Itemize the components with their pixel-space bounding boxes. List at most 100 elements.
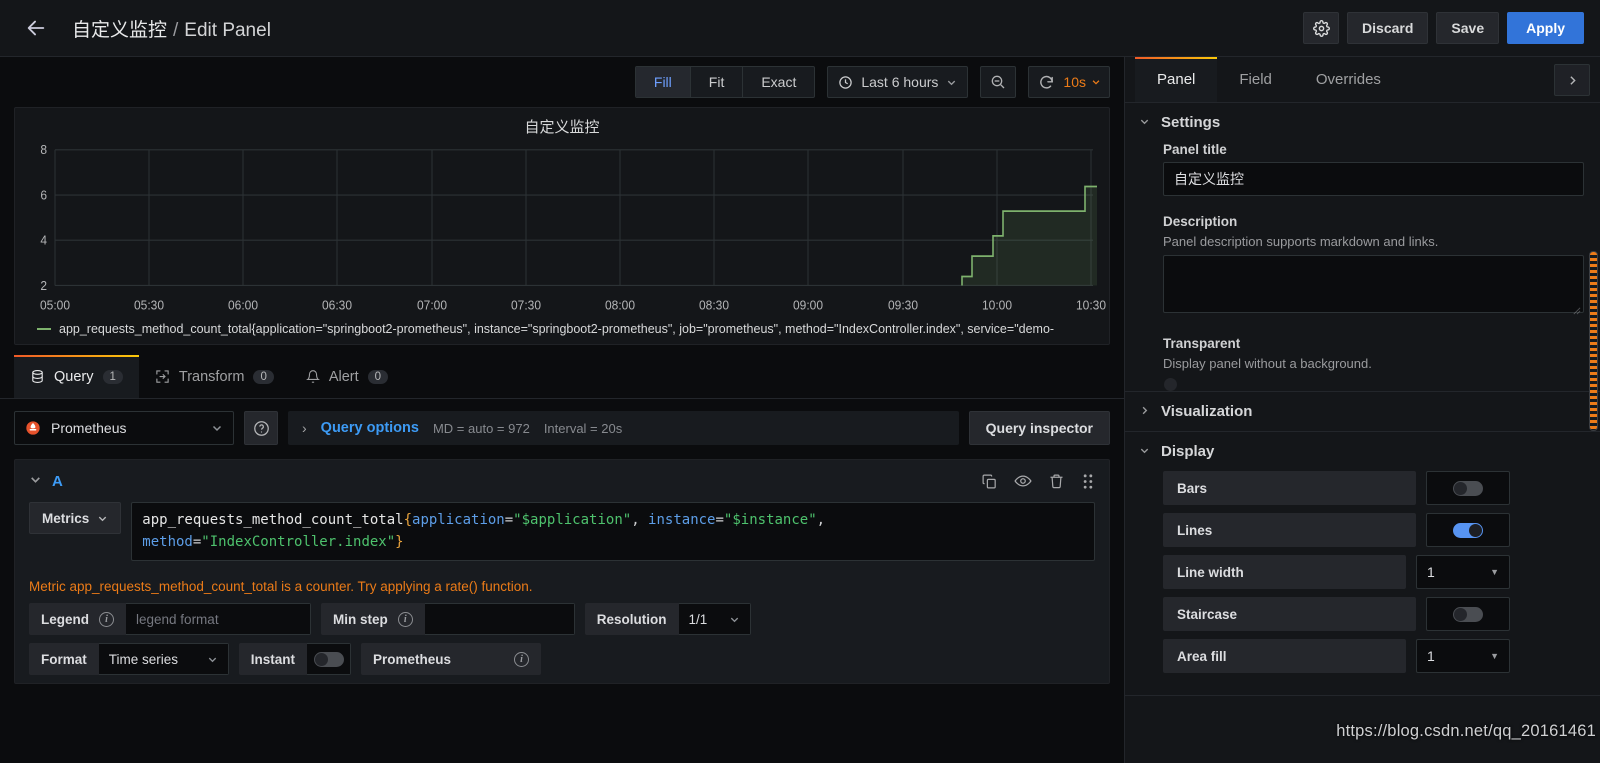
query-row-actions <box>981 472 1095 490</box>
max-data-points-info: MD = auto = 972 <box>432 420 530 436</box>
header-actions: Discard Save Apply <box>1303 12 1584 44</box>
panel-settings-button[interactable] <box>1303 12 1340 44</box>
query-datasource-label: Prometheus i <box>361 643 542 676</box>
bars-switch <box>1453 480 1483 496</box>
promql-expression-input[interactable]: app_requests_method_count_total{applicat… <box>131 502 1095 562</box>
tab-transform-label: Transform <box>178 368 245 385</box>
trash-icon <box>1050 474 1063 488</box>
instant-toggle[interactable] <box>307 643 352 676</box>
transparent-help-text: Display panel without a background. <box>1163 356 1372 371</box>
tab-alert[interactable]: Alert 0 <box>290 355 404 398</box>
apply-button[interactable]: Apply <box>1507 12 1584 44</box>
time-range-picker[interactable]: Last 6 hours <box>827 66 969 98</box>
drag-query-handle[interactable] <box>1081 473 1095 490</box>
discard-button[interactable]: Discard <box>1347 12 1429 44</box>
query-options-label[interactable]: Query options <box>321 420 419 436</box>
refresh-button[interactable] <box>1029 74 1063 91</box>
bars-toggle[interactable] <box>1426 471 1510 505</box>
options-scrollbar[interactable] <box>1589 251 1598 431</box>
tab-transform[interactable]: Transform 0 <box>139 355 290 398</box>
help-circle-icon <box>253 420 269 436</box>
visualization-section-header[interactable]: Visualization <box>1125 392 1600 431</box>
description-textarea[interactable] <box>1163 255 1584 313</box>
area-fill-label: Area fill <box>1163 639 1406 673</box>
tab-panel[interactable]: Panel <box>1135 57 1218 102</box>
display-section-body: Bars Lines Line width 1 ▼ Staircase Area… <box>1125 471 1600 695</box>
staircase-toggle[interactable] <box>1426 597 1510 631</box>
datasource-help-button[interactable] <box>244 411 278 445</box>
expr-value-application: "$application" <box>513 512 632 528</box>
chevron-right-icon <box>1139 405 1149 419</box>
chart-plot-area[interactable]: 8 6 4 2 05:00 05:30 06:00 06:30 07:00 07… <box>15 139 1109 318</box>
options-scroll-area[interactable]: Settings Panel title Description Panel d… <box>1125 103 1600 763</box>
query-options-bar[interactable]: › Query options MD = auto = 972 Interval… <box>288 411 959 445</box>
transparent-label: Transparent <box>1163 336 1241 351</box>
breadcrumb-dashboard[interactable]: 自定义监控 <box>72 15 167 42</box>
refresh-interval[interactable]: 10s <box>1063 74 1109 90</box>
info-icon[interactable]: i <box>397 611 413 627</box>
back-button[interactable] <box>16 8 56 48</box>
panel-title-input[interactable] <box>1163 162 1584 196</box>
size-mode-fill[interactable]: Fill <box>635 67 691 97</box>
refresh-picker[interactable]: 10s <box>1028 66 1110 98</box>
size-mode-fit[interactable]: Fit <box>691 67 744 97</box>
options-tabs: Panel Field Overrides <box>1125 57 1600 103</box>
info-icon[interactable]: i <box>99 611 115 627</box>
datasource-row: Prometheus › Query options MD = auto = 9… <box>14 411 1110 445</box>
min-step-input[interactable] <box>424 603 575 636</box>
metrics-browser-button[interactable]: Metrics <box>29 502 122 534</box>
top-header-bar: 自定义监控 / Edit Panel Discard Save Apply <box>0 0 1600 57</box>
expr-value-instance: "$instance" <box>723 512 817 528</box>
legend-field: Legend i legend format <box>29 603 312 636</box>
metrics-editor-row: Metrics app_requests_method_count_total{… <box>29 502 1095 562</box>
collapse-query-icon[interactable] <box>29 473 42 489</box>
chevron-down-icon <box>1139 445 1149 459</box>
tab-query-label: Query <box>54 368 94 385</box>
duplicate-query-button[interactable] <box>981 473 998 490</box>
lines-switch <box>1453 522 1483 538</box>
chevron-down-icon <box>730 617 738 623</box>
chart-legend: app_requests_method_count_total{applicat… <box>15 318 1109 344</box>
editor-body: Fill Fit Exact Last 6 hours 10s 自定义监控 8 … <box>0 57 1600 763</box>
tab-field[interactable]: Field <box>1217 57 1294 102</box>
chevron-down-icon <box>212 425 222 432</box>
description-help-text: Panel description supports markdown and … <box>1163 234 1439 249</box>
refresh-interval-label: 10s <box>1063 74 1086 90</box>
settings-section-title: Settings <box>1161 114 1221 131</box>
resolution-select[interactable]: 1/1 <box>678 603 751 636</box>
info-icon[interactable]: i <box>514 651 530 667</box>
lines-toggle[interactable] <box>1426 513 1510 547</box>
tab-query[interactable]: Query 1 <box>14 355 139 398</box>
legend-input[interactable]: legend format <box>126 603 312 636</box>
size-mode-exact[interactable]: Exact <box>743 67 814 97</box>
svg-text:07:00: 07:00 <box>417 298 447 313</box>
line-width-label: Line width <box>1163 555 1406 589</box>
svg-text:6: 6 <box>40 188 47 203</box>
tab-overrides[interactable]: Overrides <box>1294 57 1403 102</box>
tab-transform-count: 0 <box>253 369 274 384</box>
query-inspector-button[interactable]: Query inspector <box>968 411 1110 445</box>
area-fill-value: 1 <box>1427 648 1435 664</box>
svg-text:2: 2 <box>40 278 47 293</box>
datasource-picker[interactable]: Prometheus <box>14 411 234 445</box>
format-select[interactable]: Time series <box>98 643 229 676</box>
save-button[interactable]: Save <box>1436 12 1500 44</box>
zoom-out-icon <box>992 75 1005 89</box>
remove-query-button[interactable] <box>1048 473 1065 490</box>
line-width-select[interactable]: 1 ▼ <box>1416 555 1510 589</box>
expr-metric: app_requests_method_count_total <box>142 512 404 528</box>
legend-color-swatch <box>37 328 51 330</box>
toggle-query-visibility-button[interactable] <box>1014 472 1032 490</box>
svg-text:08:30: 08:30 <box>699 298 729 313</box>
expand-options-button[interactable] <box>1554 64 1590 96</box>
settings-section-header[interactable]: Settings <box>1125 103 1600 142</box>
area-fill-select[interactable]: 1 ▼ <box>1416 639 1510 673</box>
query-ref-id[interactable]: A <box>52 473 63 490</box>
instant-field-label: Instant <box>238 643 308 676</box>
display-section-header[interactable]: Display <box>1125 432 1600 471</box>
display-row-lines: Lines <box>1163 513 1510 547</box>
zoom-out-button[interactable] <box>980 66 1017 98</box>
legend-series-label[interactable]: app_requests_method_count_total{applicat… <box>59 322 1054 336</box>
tab-query-count: 1 <box>102 369 123 384</box>
copy-icon <box>982 474 996 488</box>
